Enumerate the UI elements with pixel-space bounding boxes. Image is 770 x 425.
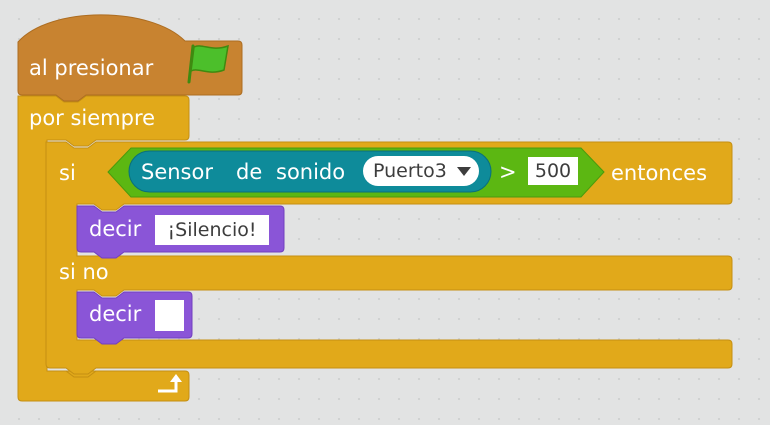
say-if-label: decir bbox=[89, 217, 142, 241]
if-label: si bbox=[59, 161, 76, 185]
script-workspace: al presionar por siempre si entonces si … bbox=[0, 0, 770, 425]
sensor-label-word-3: sonido bbox=[276, 160, 346, 184]
greater-than-operator: > bbox=[499, 160, 517, 184]
say-else-label: decir bbox=[89, 302, 142, 326]
sensor-label-word-2: de bbox=[236, 160, 263, 184]
say-else-input[interactable] bbox=[155, 300, 184, 331]
forever-label: por siempre bbox=[29, 106, 156, 130]
say-if-input[interactable]: ¡Silencio! bbox=[155, 215, 269, 245]
chevron-down-icon bbox=[457, 167, 471, 176]
else-label: si no bbox=[59, 260, 109, 284]
hat-label: al presionar bbox=[29, 56, 154, 80]
sensor-label-word-1: Sensor bbox=[141, 160, 213, 184]
port-dropdown-value: Puerto3 bbox=[373, 160, 447, 182]
threshold-input[interactable]: 500 bbox=[528, 157, 578, 185]
port-dropdown[interactable]: Puerto3 bbox=[363, 156, 479, 186]
then-label: entonces bbox=[611, 161, 708, 185]
